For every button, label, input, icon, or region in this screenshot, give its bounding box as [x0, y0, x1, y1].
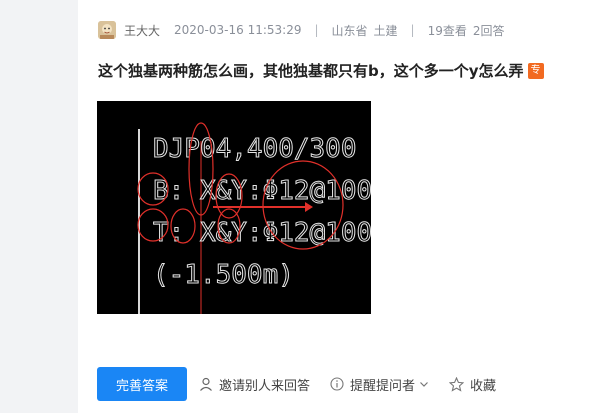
expert-badge: 专 — [527, 62, 544, 79]
chevron-down-icon — [420, 382, 428, 387]
star-icon — [449, 376, 465, 392]
cad-line-2: B: X&Y:Φ12@100 — [153, 176, 371, 206]
question-image[interactable]: DJP04,400/300 B: X&Y:Φ12@100 T: X&Y:Φ12@… — [97, 101, 371, 314]
info-icon — [330, 377, 344, 391]
collect-button[interactable]: 收藏 — [449, 375, 496, 394]
invite-answer-label: 邀请别人来回答 — [219, 378, 311, 394]
invite-answer-button[interactable]: 邀请别人来回答 — [199, 375, 310, 394]
cad-line-4: (-1.500m) — [153, 260, 294, 290]
post-region: 山东省 — [331, 23, 368, 38]
author-name[interactable]: 王大大 — [124, 22, 160, 39]
meta-separator: | — [410, 23, 415, 37]
meta-separator: | — [314, 23, 319, 37]
post-meta: 王大大 2020-03-16 11:53:29 | 山东省 土建 | 19查看 … — [98, 20, 505, 40]
view-count: 19查看 — [427, 23, 467, 38]
remind-asker-label: 提醒提问者 — [350, 378, 416, 394]
complete-answer-button[interactable]: 完善答案 — [97, 367, 187, 401]
cad-line-1: DJP04,400/300 — [153, 134, 357, 164]
avatar[interactable] — [98, 21, 116, 39]
remind-asker-dropdown[interactable]: 提醒提问者 — [330, 375, 429, 394]
post-category: 土建 — [373, 23, 398, 38]
question-title-text: 这个独基两种筋怎么画，其他独基都只有b，这个多一个y怎么弄 — [98, 62, 524, 80]
user-icon — [200, 377, 212, 391]
action-bar: 完善答案 邀请别人来回答 提醒提问者 收藏 — [97, 367, 516, 401]
question-title: 这个独基两种筋怎么画，其他独基都只有b，这个多一个y怎么弄 专 — [98, 60, 544, 81]
question-card: 王大大 2020-03-16 11:53:29 | 山东省 土建 | 19查看 … — [78, 0, 610, 413]
cad-line-3: T: X&Y:Φ12@100 — [153, 218, 371, 248]
cad-drawing: DJP04,400/300 B: X&Y:Φ12@100 T: X&Y:Φ12@… — [97, 101, 371, 314]
collect-label: 收藏 — [470, 378, 497, 394]
answer-count: 2回答 — [472, 23, 505, 38]
post-datetime: 2020-03-16 11:53:29 — [174, 23, 302, 37]
